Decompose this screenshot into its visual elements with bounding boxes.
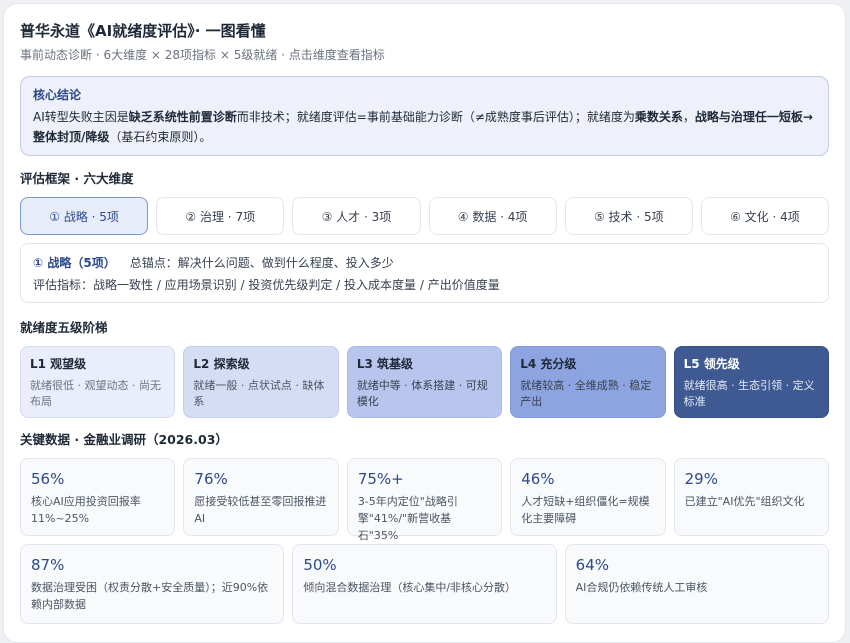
stat-desc: AI合规仍依赖传统人工审核 bbox=[575, 581, 708, 594]
level-name: L3 筑基级 bbox=[356, 357, 413, 371]
stat-card: 64% AI合规仍依赖传统人工审核 bbox=[564, 544, 829, 624]
stat-card: 76% 愿接受较低甚至零回报推进AI bbox=[183, 458, 339, 536]
core-conclusion-box: 核心结论 AI转型失败主因是缺乏系统性前置诊断而非技术；就绪度评估=事前基础能力… bbox=[20, 76, 829, 156]
dimension-detail-panel: ① 战略（5项） 总锚点：解决什么问题、做到什么程度、投入多少 评估指标：战略一致… bbox=[20, 243, 829, 303]
stat-card: 50% 倾向混合数据治理（核心集中/非核心分散） bbox=[292, 544, 557, 624]
stat-value: 87% bbox=[31, 556, 65, 574]
tab-technology[interactable]: ⑤ 技术 · 5项 bbox=[564, 197, 693, 235]
level-card-l1: L1 观望级 就绪很低 · 观望动态 · 尚无布局 bbox=[20, 346, 176, 418]
level-card-l4: L4 充分级 就绪较高 · 全维成熟 · 稳定产出 bbox=[510, 346, 666, 418]
stats-row-1: 56% 核心AI应用投资回报率11%~25% 76% 愿接受较低甚至零回报推进A… bbox=[20, 458, 830, 542]
detail-anchor: 总锚点：解决什么问题、做到什么程度、投入多少 bbox=[129, 256, 394, 270]
stat-desc: 已建立"AI优先"组织文化 bbox=[684, 495, 805, 508]
readiness-levels: L1 观望级 就绪很低 · 观望动态 · 尚无布局 L2 探索级 就绪一般 · … bbox=[20, 346, 830, 418]
core-conclusion-label: 核心结论 bbox=[33, 88, 82, 102]
page-subtitle: 事前动态诊断 · 6大维度 × 28项指标 × 5级就绪 · 点击维度查看指标 bbox=[20, 48, 385, 62]
tab-talent[interactable]: ③ 人才 · 3项 bbox=[292, 197, 421, 235]
level-desc: 就绪中等 · 体系搭建 · 可规模化 bbox=[356, 379, 488, 408]
levels-heading: 就绪度五级阶梯 bbox=[20, 320, 108, 335]
stat-value: 64% bbox=[575, 556, 609, 574]
core-bold-1: 缺乏系统性前置诊断 bbox=[128, 110, 237, 124]
stat-desc: 倾向混合数据治理（核心集中/非核心分散） bbox=[303, 581, 517, 594]
stat-card: 56% 核心AI应用投资回报率11%~25% bbox=[20, 458, 176, 536]
level-name: L1 观望级 bbox=[30, 357, 87, 371]
stat-card: 75%+ 3-5年内定位"战略引擎"41%/"新营收基石"35% bbox=[346, 458, 503, 542]
tab-culture[interactable]: ⑥ 文化 · 4项 bbox=[700, 197, 830, 235]
stat-value: 56% bbox=[31, 470, 65, 488]
level-desc: 就绪很低 · 观望动态 · 尚无布局 bbox=[30, 379, 161, 408]
stat-card: 29% 已建立"AI优先"组织文化 bbox=[673, 458, 830, 536]
stat-value: 75%+ bbox=[357, 470, 404, 488]
core-text-2: 而非技术；就绪度评估=事前基础能力诊断（≠成熟度事后评估）；就绪度为 bbox=[236, 110, 635, 124]
stat-desc: 3-5年内定位"战略引擎"41%/"新营收基石"35% bbox=[357, 495, 458, 542]
stat-desc: 数据治理受困（权责分散+安全质量）；近90%依赖内部数据 bbox=[31, 581, 269, 611]
stat-desc: 愿接受较低甚至零回报推进AI bbox=[194, 495, 327, 525]
stat-value: 46% bbox=[521, 470, 555, 488]
stat-value: 50% bbox=[303, 556, 337, 574]
core-text-1: AI转型失败主因是 bbox=[33, 110, 129, 124]
core-text-3: ， bbox=[682, 110, 695, 124]
level-card-l2: L2 探索级 就绪一般 · 点状试点 · 缺体系 bbox=[183, 346, 339, 418]
detail-indicators: 评估指标：战略一致性 / 应用场景识别 / 投资优先级判定 / 投入成本度量 /… bbox=[33, 278, 500, 292]
core-bold-2: 乘数关系 bbox=[634, 110, 683, 124]
tab-governance[interactable]: ② 治理 · 7项 bbox=[156, 197, 285, 235]
page-title: 普华永道《AI就绪度评估》· 一图看懂 bbox=[20, 22, 266, 40]
stats-heading: 关键数据 · 金融业调研（2026.03） bbox=[20, 432, 228, 447]
framework-heading: 评估框架 · 六大维度 bbox=[20, 171, 134, 186]
detail-header: ① 战略（5项） 总锚点：解决什么问题、做到什么程度、投入多少 bbox=[33, 252, 816, 274]
stat-value: 76% bbox=[194, 470, 228, 488]
stat-card: 87% 数据治理受困（权责分散+安全质量）；近90%依赖内部数据 bbox=[20, 544, 285, 624]
level-name: L4 充分级 bbox=[520, 357, 577, 371]
tab-data[interactable]: ④ 数据 · 4项 bbox=[428, 197, 557, 235]
level-name: L5 领先级 bbox=[683, 357, 740, 371]
tab-strategy[interactable]: ① 战略 · 5项 bbox=[20, 197, 149, 235]
stat-value: 29% bbox=[684, 470, 718, 488]
level-name: L2 探索级 bbox=[193, 357, 250, 371]
stat-desc: 人才短缺+组织僵化=规模化主要障碍 bbox=[521, 495, 650, 525]
core-text-4: （基石约束原则）。 bbox=[109, 130, 212, 144]
stats-row-2: 87% 数据治理受困（权责分散+安全质量）；近90%依赖内部数据 50% 倾向混… bbox=[20, 544, 829, 624]
stat-card: 46% 人才短缺+组织僵化=规模化主要障碍 bbox=[510, 458, 666, 536]
core-conclusion-text: AI转型失败主因是缺乏系统性前置诊断而非技术；就绪度评估=事前基础能力诊断（≠成… bbox=[33, 107, 816, 147]
level-card-l3: L3 筑基级 就绪中等 · 体系搭建 · 可规模化 bbox=[346, 346, 503, 418]
level-card-l5: L5 领先级 就绪很高 · 生态引领 · 定义标准 bbox=[673, 346, 830, 418]
detail-title: ① 战略（5项） bbox=[33, 256, 116, 270]
level-desc: 就绪一般 · 点状试点 · 缺体系 bbox=[193, 379, 325, 408]
dimension-tabs: ① 战略 · 5项 ② 治理 · 7项 ③ 人才 · 3项 ④ 数据 · 4项 … bbox=[20, 197, 830, 235]
stat-desc: 核心AI应用投资回报率11%~25% bbox=[31, 495, 141, 525]
level-desc: 就绪较高 · 全维成熟 · 稳定产出 bbox=[520, 379, 652, 408]
page-card: 普华永道《AI就绪度评估》· 一图看懂 事前动态诊断 · 6大维度 × 28项指… bbox=[3, 3, 846, 643]
level-desc: 就绪很高 · 生态引领 · 定义标准 bbox=[683, 379, 815, 408]
